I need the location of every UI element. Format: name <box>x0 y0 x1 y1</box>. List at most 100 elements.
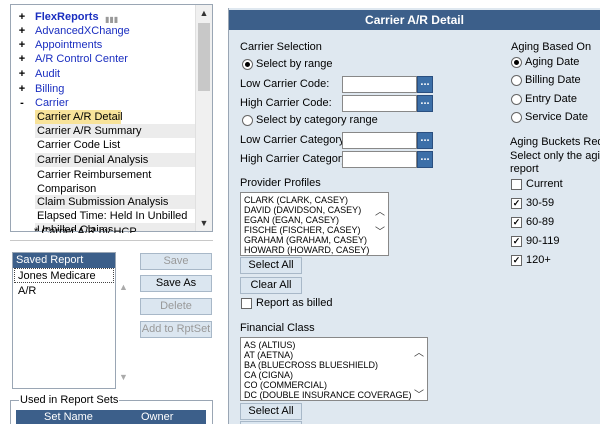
add-to-rptset-button[interactable]: Add to RptSet <box>140 321 212 338</box>
provider-clear-all-button[interactable]: Clear All <box>240 277 302 294</box>
tree-leaf-elapsed-time[interactable]: Elapsed Time: Held In Unbilled <box>35 209 203 223</box>
financial-class-item[interactable]: AS (ALTIUS) <box>241 340 427 350</box>
chevron-up-icon[interactable]: ︿ <box>414 344 424 359</box>
saved-setting-item[interactable]: Jones Medicare A/R <box>14 268 114 297</box>
saved-settings-scrollbar[interactable]: ▲ ▼ <box>116 252 132 389</box>
provider-item[interactable]: DAVID (DAVIDSON, CASEY) <box>241 205 388 215</box>
provider-profiles-list[interactable]: CLARK (CLARK, CASEY) DAVID (DAVIDSON, CA… <box>240 192 389 256</box>
report-sets-header: Set Name Owner <box>16 410 206 424</box>
tree-leaf-carrier-ar-detail[interactable]: Carrier A/R Detail <box>35 110 123 124</box>
low-carrier-category-lookup-button[interactable]: ... <box>417 132 433 149</box>
tree-scrollbar[interactable]: ▲ ▼ <box>195 5 212 231</box>
save-button[interactable]: Save <box>140 253 212 270</box>
financial-class-list[interactable]: AS (ALTIUS) AT (AETNA) BA (BLUECROSS BLU… <box>240 337 428 401</box>
financial-class-item[interactable]: DC (DOUBLE INSURANCE COVERAGE) <box>241 390 427 400</box>
provider-item[interactable]: FISCHE (FISCHER, CASEY) <box>241 225 388 235</box>
high-carrier-category-input[interactable] <box>342 151 417 168</box>
scroll-thumb[interactable] <box>198 23 210 91</box>
select-by-category-label[interactable]: Select by category range <box>256 114 378 126</box>
tree-node-label[interactable]: Carrier <box>35 96 69 110</box>
scroll-down-icon[interactable]: ▼ <box>196 215 212 231</box>
provider-scrollbar[interactable]: ︿ ﹀ <box>372 193 388 255</box>
aging-date-radio[interactable] <box>511 57 522 68</box>
financial-class-scrollbar[interactable]: ︿ ﹀ <box>411 338 427 400</box>
tree-leaf-carrier-reimbursement-comparison[interactable]: Carrier Reimbursement Comparison <box>35 168 183 196</box>
tree-node-label[interactable]: Audit <box>35 67 60 81</box>
tree-node-label[interactable]: AdvancedXChange <box>35 24 130 38</box>
save-as-button[interactable]: Save As <box>140 275 212 292</box>
low-carrier-code-label: Low Carrier Code: <box>240 78 330 90</box>
report-as-billed-label[interactable]: Report as billed <box>256 297 332 309</box>
col-set-name[interactable]: Set Name <box>44 411 93 423</box>
bucket-30-59-checkbox[interactable]: ✓ <box>511 198 522 209</box>
current-checkbox[interactable] <box>511 179 522 190</box>
financial-class-item[interactable]: AT (AETNA) <box>241 350 427 360</box>
expand-icon[interactable]: + <box>17 10 27 24</box>
low-carrier-code-lookup-button[interactable]: ... <box>417 76 433 93</box>
collapse-icon[interactable]: - <box>17 96 27 110</box>
financial-class-item[interactable]: BA (BLUECROSS BLUESHIELD) <box>241 360 427 370</box>
used-in-report-sets-legend: Used in Report Sets <box>19 394 120 406</box>
delete-button[interactable]: Delete <box>140 298 212 315</box>
tree-node-label[interactable]: Appointments <box>35 38 102 52</box>
scroll-up-icon[interactable]: ▲ <box>196 5 212 21</box>
service-date-radio[interactable] <box>511 112 522 123</box>
saved-settings-list[interactable]: Saved Report Settings Jones Medicare A/R <box>12 252 116 389</box>
tree-node-label[interactable]: FlexReports <box>35 10 99 24</box>
expand-icon[interactable]: + <box>17 24 27 38</box>
entry-date-label[interactable]: Entry Date <box>525 93 577 105</box>
tree-node-label[interactable]: A/R Control Center <box>35 52 128 66</box>
bucket-60-89-checkbox[interactable]: ✓ <box>511 217 522 228</box>
bucket-60-89-label[interactable]: 60-89 <box>526 216 554 228</box>
current-label[interactable]: Current <box>526 178 563 190</box>
provider-select-all-button[interactable]: Select All <box>240 257 302 274</box>
high-carrier-code-input[interactable] <box>342 95 417 112</box>
service-date-label[interactable]: Service Date <box>525 111 588 123</box>
provider-item[interactable]: GRAHAM (GRAHAM, CASEY) <box>241 235 388 245</box>
high-carrier-category-lookup-button[interactable]: ... <box>417 151 433 168</box>
provider-item[interactable]: EGAN (EGAN, CASEY) <box>241 215 388 225</box>
report-as-billed-checkbox[interactable] <box>241 298 252 309</box>
aging-based-on-label: Aging Based On <box>511 41 592 53</box>
report-tree[interactable]: + FlexReports ▮▮▮ + AdvancedXChange + Ap… <box>10 4 213 232</box>
tree-leaf-claim-submission-analysis[interactable]: Claim Submission Analysis <box>35 195 203 209</box>
col-owner[interactable]: Owner <box>141 411 173 423</box>
bucket-120-plus-label[interactable]: 120+ <box>526 254 551 266</box>
provider-item[interactable]: CLARK (CLARK, CASEY) <box>241 195 388 205</box>
bucket-30-59-label[interactable]: 30-59 <box>526 197 554 209</box>
high-carrier-code-lookup-button[interactable]: ... <box>417 95 433 112</box>
billing-date-label[interactable]: Billing Date <box>525 74 581 86</box>
tree-node-label[interactable]: Billing <box>35 82 64 96</box>
provider-item[interactable]: HOWARD (HOWARD, CASEY) <box>241 245 388 255</box>
select-by-category-radio[interactable] <box>242 115 253 126</box>
high-carrier-category-label: High Carrier Category: <box>240 153 351 165</box>
bucket-90-119-checkbox[interactable]: ✓ <box>511 236 522 247</box>
low-carrier-category-input[interactable] <box>342 132 417 149</box>
bucket-90-119-label[interactable]: 90-119 <box>526 235 559 247</box>
entry-date-radio[interactable] <box>511 94 522 105</box>
low-carrier-category-label: Low Carrier Category: <box>240 134 348 146</box>
bucket-120-plus-checkbox[interactable]: ✓ <box>511 255 522 266</box>
chevron-up-icon[interactable]: ︿ <box>375 203 385 218</box>
tree-leaf-carrier-code-list[interactable]: Carrier Code List <box>35 138 203 152</box>
divider <box>10 240 213 241</box>
financial-class-item[interactable]: CO (COMMERCIAL) <box>241 380 427 390</box>
aging-date-label[interactable]: Aging Date <box>525 56 579 68</box>
expand-icon[interactable]: + <box>17 52 27 66</box>
expand-icon[interactable]: + <box>17 38 27 52</box>
financial-select-all-button[interactable]: Select All <box>240 403 302 420</box>
expand-icon[interactable]: + <box>17 82 27 96</box>
scroll-down-icon[interactable]: ▼ <box>119 372 128 382</box>
billing-date-radio[interactable] <box>511 75 522 86</box>
financial-class-item[interactable]: CA (CIGNA) <box>241 370 427 380</box>
scroll-up-icon[interactable]: ▲ <box>119 282 128 292</box>
select-by-range-radio[interactable] <box>242 59 253 70</box>
low-carrier-code-input[interactable] <box>342 76 417 93</box>
chevron-down-icon[interactable]: ﹀ <box>414 386 424 400</box>
expand-icon[interactable]: + <box>17 67 27 81</box>
select-by-range-label[interactable]: Select by range <box>256 58 332 70</box>
aging-buckets-label: Aging Buckets Requ <box>510 136 600 148</box>
tree-leaf-carrier-ar-summary[interactable]: Carrier A/R Summary <box>35 124 203 138</box>
chevron-down-icon[interactable]: ﹀ <box>375 223 385 238</box>
tree-leaf-carrier-denial-analysis[interactable]: Carrier Denial Analysis <box>35 153 203 167</box>
